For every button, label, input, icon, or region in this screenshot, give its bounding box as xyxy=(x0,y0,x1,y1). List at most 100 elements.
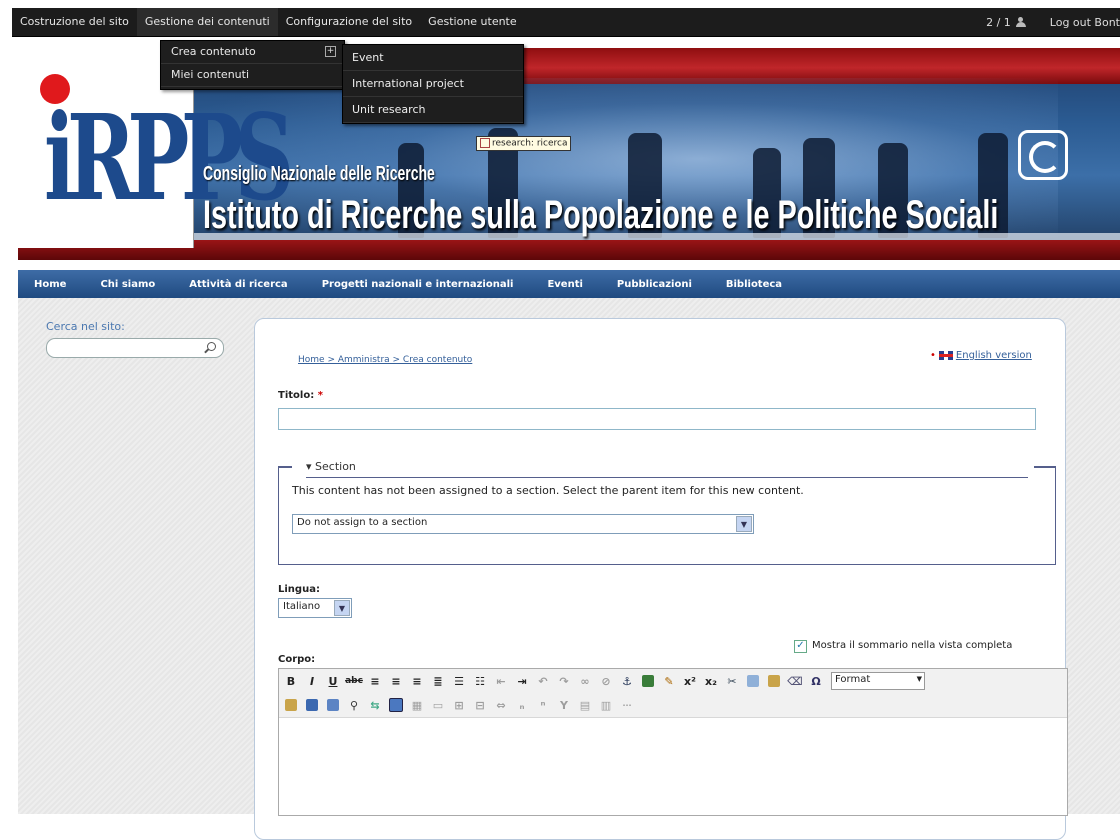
flash-icon[interactable]: ▥ xyxy=(597,696,615,714)
editor-toolbar-row-1: B I U abc ≡ ≡ ≡ ≣ ☰ ☷ ⇤ ⇥ ↶ ↷ ∞ ⊘ ⚓ ✎ x²… xyxy=(279,669,1067,694)
admin-menu-costruzione[interactable]: Costruzione del sito xyxy=(12,8,137,36)
anchor-icon[interactable]: ⚓ xyxy=(618,672,636,690)
institute-title: Istituto di Ricerche sulla Popolazione e… xyxy=(203,193,999,237)
required-mark: * xyxy=(317,390,323,401)
sup-icon[interactable]: ⁿ xyxy=(534,696,552,714)
fieldset-border xyxy=(1034,466,1055,468)
nav-progetti[interactable]: Progetti nazionali e internazionali xyxy=(322,279,514,290)
select-all-icon[interactable] xyxy=(324,696,342,714)
logout-link[interactable]: Log out Bont xyxy=(1050,16,1120,29)
superscript-icon[interactable]: x² xyxy=(681,672,699,690)
legend-underline xyxy=(306,477,1028,478)
replace-icon[interactable]: ⇆ xyxy=(366,696,384,714)
title-label-text: Titolo: xyxy=(278,390,315,401)
org-title: Consiglio Nazionale delle Ricerche xyxy=(203,163,435,185)
summary-checkbox-label: Mostra il sommario nella vista completa xyxy=(812,640,1013,651)
cut-icon[interactable]: ✂ xyxy=(723,672,741,690)
bullet-icon: • xyxy=(930,350,936,361)
content-dropdown: Crea contenuto + Miei contenuti xyxy=(160,40,345,90)
subscript-icon[interactable]: x₂ xyxy=(702,672,720,690)
nav-chi-siamo[interactable]: Chi siamo xyxy=(100,279,155,290)
justify-icon[interactable]: ≣ xyxy=(429,672,447,690)
language-select[interactable]: Italiano ▼ xyxy=(278,598,352,618)
special-icon[interactable]: Y xyxy=(555,696,573,714)
sub-icon[interactable]: ₙ xyxy=(513,696,531,714)
align-center-icon[interactable]: ≡ xyxy=(387,672,405,690)
rich-text-editor: B I U abc ≡ ≡ ≡ ≣ ☰ ☷ ⇤ ⇥ ↶ ↷ ∞ ⊘ ⚓ ✎ x²… xyxy=(278,668,1068,816)
nav-biblioteca[interactable]: Biblioteca xyxy=(726,279,782,290)
paste-word-icon[interactable] xyxy=(303,696,321,714)
eraser-icon[interactable]: ⌫ xyxy=(786,672,804,690)
align-right-icon[interactable]: ≡ xyxy=(408,672,426,690)
format-select[interactable]: Format ▼ xyxy=(831,672,925,690)
body-label: Corpo: xyxy=(278,654,316,665)
search-icon[interactable] xyxy=(207,342,216,351)
copy-icon[interactable] xyxy=(744,672,762,690)
section-legend[interactable]: ▾ Section xyxy=(306,460,356,473)
online-users[interactable]: 2 / 1 xyxy=(986,16,1028,29)
section-select[interactable]: Do not assign to a section ▼ xyxy=(292,514,754,534)
image-icon[interactable] xyxy=(639,672,657,690)
hr-icon[interactable]: ▭ xyxy=(429,696,447,714)
numbered-list-icon[interactable]: ☷ xyxy=(471,672,489,690)
align-left-icon[interactable]: ≡ xyxy=(366,672,384,690)
language-label: Lingua: xyxy=(278,584,320,595)
admin-menu: Costruzione del sito Gestione dei conten… xyxy=(12,8,525,36)
editor-toolbar-row-2: ⚲ ⇆ ▦ ▭ ⊞ ⊟ ⇔ ₙ ⁿ Y ▤ ▥ ··· xyxy=(279,693,1067,718)
english-version[interactable]: • English version xyxy=(930,350,1032,361)
undo-icon[interactable]: ↶ xyxy=(534,672,552,690)
format-select-value: Format xyxy=(835,674,871,685)
admin-menu-configurazione[interactable]: Configurazione del sito xyxy=(278,8,420,36)
admin-right: 2 / 1 Log out Bont xyxy=(986,8,1120,36)
admin-toolbar: Costruzione del sito Gestione dei conten… xyxy=(0,0,1120,40)
more-icon[interactable]: ··· xyxy=(618,696,636,714)
main-nav: Home Chi siamo Attività di ricerca Proge… xyxy=(18,270,1120,298)
find-icon[interactable]: ⚲ xyxy=(345,696,363,714)
unlink-icon[interactable]: ⊘ xyxy=(597,672,615,690)
menu-item-international-project[interactable]: International project xyxy=(343,71,523,97)
title-input[interactable] xyxy=(278,408,1036,430)
col-insert-icon[interactable]: ⊟ xyxy=(471,696,489,714)
breadcrumb[interactable]: Home > Amministra > Crea contenuto xyxy=(298,355,472,365)
section-select-value: Do not assign to a section xyxy=(297,517,428,528)
underline-icon[interactable]: U xyxy=(324,672,342,690)
chevron-down-icon: ▼ xyxy=(916,675,922,683)
menu-item-miei-contenuti[interactable]: Miei contenuti xyxy=(161,64,344,87)
indent-icon[interactable]: ⇥ xyxy=(513,672,531,690)
paste-icon[interactable] xyxy=(765,672,783,690)
menu-item-crea-contenuto[interactable]: Crea contenuto + xyxy=(161,41,344,64)
merge-icon[interactable]: ⇔ xyxy=(492,696,510,714)
menu-item-unit-research[interactable]: Unit research xyxy=(343,97,523,123)
outdent-icon[interactable]: ⇤ xyxy=(492,672,510,690)
chevron-down-icon: ▼ xyxy=(736,516,752,532)
italic-icon[interactable]: I xyxy=(303,672,321,690)
english-version-link[interactable]: English version xyxy=(956,350,1032,361)
section-description: This content has not been assigned to a … xyxy=(292,484,804,497)
admin-menu-gestione-contenuti[interactable]: Gestione dei contenuti xyxy=(136,8,278,36)
summary-checkbox[interactable]: ✓ xyxy=(794,640,807,653)
menu-item-crea-contenuto-label: Crea contenuto xyxy=(171,45,256,58)
users-icon xyxy=(1015,17,1028,27)
redo-icon[interactable]: ↷ xyxy=(555,672,573,690)
nav-attivita-ricerca[interactable]: Attività di ricerca xyxy=(189,279,287,290)
media-icon[interactable]: ▤ xyxy=(576,696,594,714)
admin-menu-gestione-utente[interactable]: Gestione utente xyxy=(420,8,524,36)
bulleted-list-icon[interactable]: ☰ xyxy=(450,672,468,690)
strike-icon[interactable]: abc xyxy=(345,672,363,690)
paste-text-icon[interactable] xyxy=(282,696,300,714)
link-icon[interactable]: ∞ xyxy=(576,672,594,690)
omega-icon[interactable]: Ω xyxy=(807,672,825,690)
menu-item-event[interactable]: Event xyxy=(343,45,523,71)
search-input[interactable] xyxy=(46,338,224,358)
nav-eventi[interactable]: Eventi xyxy=(547,279,582,290)
tooltip-text: research: ricerca xyxy=(492,138,568,149)
nav-pubblicazioni[interactable]: Pubblicazioni xyxy=(617,279,692,290)
editor-body-area[interactable] xyxy=(279,719,1067,815)
nav-home[interactable]: Home xyxy=(34,279,66,290)
table-icon[interactable]: ▦ xyxy=(408,696,426,714)
source-icon[interactable] xyxy=(387,696,405,714)
row-insert-icon[interactable]: ⊞ xyxy=(450,696,468,714)
language-select-value: Italiano xyxy=(283,601,321,612)
bold-icon[interactable]: B xyxy=(282,672,300,690)
cleanup-icon[interactable]: ✎ xyxy=(660,672,678,690)
